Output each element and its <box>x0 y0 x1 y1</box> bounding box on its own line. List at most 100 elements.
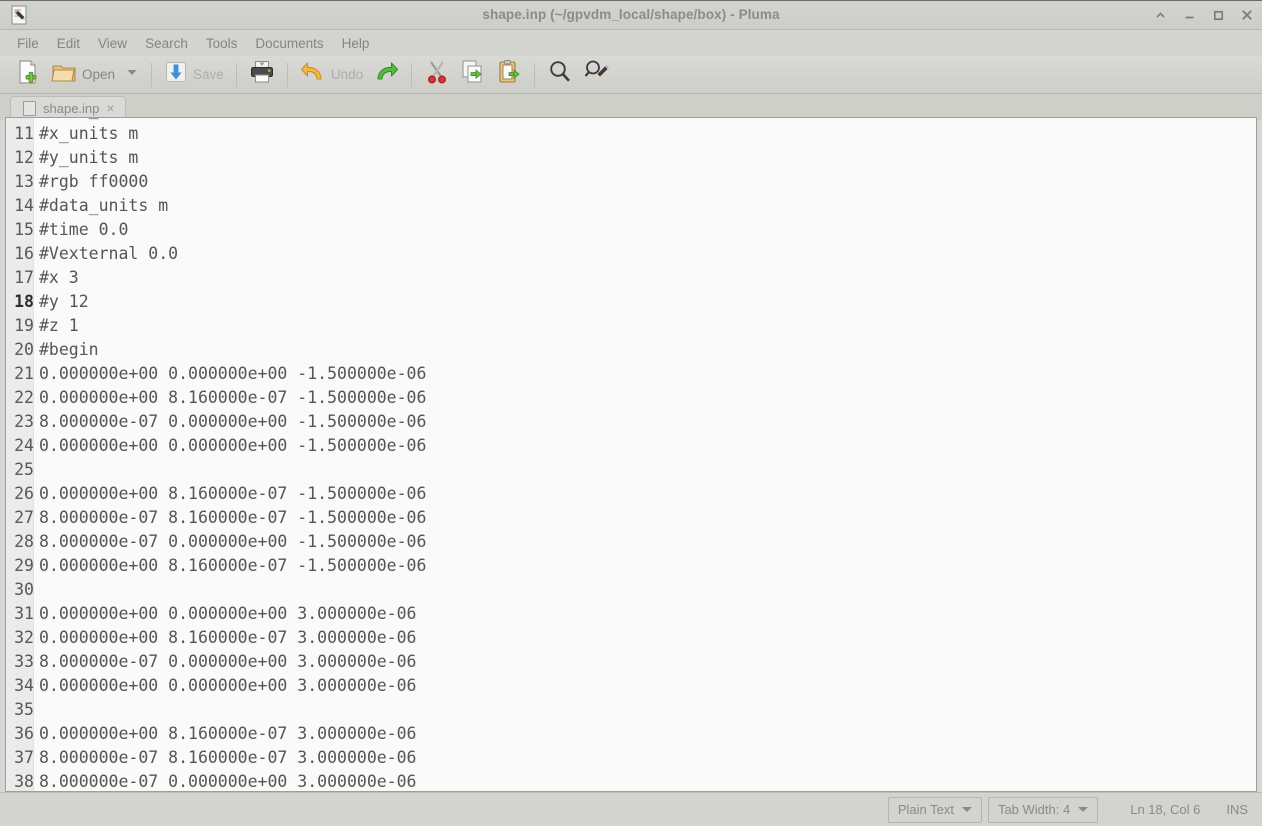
code-line[interactable]: 310.000000e+00 0.000000e+00 3.000000e-06 <box>6 602 1256 626</box>
code-line[interactable]: 320.000000e+00 8.160000e-07 3.000000e-06 <box>6 626 1256 650</box>
menu-item-file[interactable]: File <box>8 33 48 54</box>
code-line[interactable]: 15#time 0.0 <box>6 218 1256 242</box>
paste-button[interactable] <box>491 59 527 91</box>
copy-button[interactable] <box>455 59 491 91</box>
line-number: 18 <box>6 290 34 314</box>
cut-button[interactable] <box>419 59 455 91</box>
line-number: 26 <box>6 482 34 506</box>
code-line[interactable]: 238.000000e-07 0.000000e+00 -1.500000e-0… <box>6 410 1256 434</box>
window-controls <box>1151 0 1256 30</box>
status-bar: Plain Text Tab Width: 4 Ln 18, Col 6 INS <box>0 792 1262 826</box>
toolbar-separator <box>287 63 288 87</box>
line-number: 17 <box>6 266 34 290</box>
line-number: 15 <box>6 218 34 242</box>
open-folder-icon <box>51 59 77 90</box>
print-button[interactable] <box>244 59 280 91</box>
code-line[interactable]: 11#x_units m <box>6 122 1256 146</box>
menu-item-tools[interactable]: Tools <box>197 33 247 54</box>
menu-item-edit[interactable]: Edit <box>48 33 89 54</box>
code-line[interactable]: 35 <box>6 698 1256 722</box>
find-button[interactable] <box>542 59 578 91</box>
code-line[interactable]: 25 <box>6 458 1256 482</box>
code-line[interactable]: 220.000000e+00 8.160000e-07 -1.500000e-0… <box>6 386 1256 410</box>
code-line[interactable]: 360.000000e+00 8.160000e-07 3.000000e-06 <box>6 722 1256 746</box>
menu-item-help[interactable]: Help <box>333 33 379 54</box>
code-line[interactable]: 19#z 1 <box>6 314 1256 338</box>
code-line[interactable]: 18#y 12 <box>6 290 1256 314</box>
shade-window-button[interactable] <box>1151 6 1169 24</box>
line-text: 8.000000e-07 0.000000e+00 -1.500000e-06 <box>39 410 426 434</box>
line-text: #y 12 <box>39 290 89 314</box>
menu-item-view[interactable]: View <box>89 33 136 54</box>
new-document-icon <box>15 59 41 90</box>
line-text: 8.000000e-07 8.160000e-07 -1.500000e-06 <box>39 506 426 530</box>
code-line[interactable]: 278.000000e-07 8.160000e-07 -1.500000e-0… <box>6 506 1256 530</box>
open-dropdown-button[interactable] <box>120 59 144 91</box>
new-document-button[interactable] <box>10 59 46 91</box>
maximize-window-button[interactable] <box>1209 6 1227 24</box>
line-number: 16 <box>6 242 34 266</box>
line-text: #begin <box>39 338 99 362</box>
find-replace-icon <box>583 59 609 90</box>
code-line[interactable]: 13#rgb ff0000 <box>6 170 1256 194</box>
code-line[interactable]: 338.000000e-07 0.000000e+00 3.000000e-06 <box>6 650 1256 674</box>
line-text: #x_units m <box>39 122 138 146</box>
paste-icon <box>496 59 522 90</box>
chevron-down-icon <box>125 65 139 84</box>
line-number: 25 <box>6 458 34 482</box>
line-number: 33 <box>6 650 34 674</box>
line-number: 32 <box>6 626 34 650</box>
close-window-button[interactable] <box>1238 6 1256 24</box>
tab-width-selector[interactable]: Tab Width: 4 <box>988 797 1098 823</box>
line-number: 19 <box>6 314 34 338</box>
minimize-window-button[interactable] <box>1180 6 1198 24</box>
document-icon <box>23 101 36 116</box>
line-number: 30 <box>6 578 34 602</box>
menu-bar: File Edit View Search Tools Documents He… <box>0 30 1262 56</box>
open-button-label: Open <box>82 67 115 82</box>
pluma-window: shape.inp (~/gpvdm_local/shape/box) - Pl… <box>0 0 1262 826</box>
open-button[interactable]: Open <box>46 59 120 91</box>
code-line[interactable]: 388.000000e-07 0.000000e+00 3.000000e-06 <box>6 770 1256 792</box>
line-text: 0.000000e+00 0.000000e+00 -1.500000e-06 <box>39 362 426 386</box>
code-line[interactable]: 290.000000e+00 8.160000e-07 -1.500000e-0… <box>6 554 1256 578</box>
undo-button[interactable]: Undo <box>295 59 368 91</box>
line-number: 11 <box>6 122 34 146</box>
code-line[interactable]: 378.000000e-07 8.160000e-07 3.000000e-06 <box>6 746 1256 770</box>
code-line[interactable]: 288.000000e-07 0.000000e+00 -1.500000e-0… <box>6 530 1256 554</box>
menu-item-search[interactable]: Search <box>136 33 197 54</box>
code-line[interactable]: 16#Vexternal 0.0 <box>6 242 1256 266</box>
tab-label: shape.inp <box>43 101 99 116</box>
code-content[interactable]: 10#data_label Position11#x_units m12#y_u… <box>6 117 1256 792</box>
line-text: 8.000000e-07 0.000000e+00 -1.500000e-06 <box>39 530 426 554</box>
tab-close-icon[interactable]: × <box>106 101 114 116</box>
code-line[interactable]: 17#x 3 <box>6 266 1256 290</box>
line-text: 0.000000e+00 0.000000e+00 3.000000e-06 <box>39 674 417 698</box>
print-icon <box>249 59 275 90</box>
code-line[interactable]: 240.000000e+00 0.000000e+00 -1.500000e-0… <box>6 434 1256 458</box>
code-line[interactable]: 210.000000e+00 0.000000e+00 -1.500000e-0… <box>6 362 1256 386</box>
menu-item-documents[interactable]: Documents <box>246 33 332 54</box>
code-line[interactable]: 12#y_units m <box>6 146 1256 170</box>
redo-button[interactable] <box>368 59 404 91</box>
chevron-down-icon <box>1078 807 1088 812</box>
code-line[interactable]: 14#data_units m <box>6 194 1256 218</box>
copy-icon <box>460 59 486 90</box>
line-text: 0.000000e+00 8.160000e-07 -1.500000e-06 <box>39 482 426 506</box>
code-line[interactable]: 340.000000e+00 0.000000e+00 3.000000e-06 <box>6 674 1256 698</box>
line-number: 24 <box>6 434 34 458</box>
save-button[interactable]: Save <box>159 59 229 91</box>
language-label: Plain Text <box>898 802 954 817</box>
line-number: 29 <box>6 554 34 578</box>
cursor-position-label: Ln 18, Col 6 <box>1130 802 1200 817</box>
line-number: 21 <box>6 362 34 386</box>
line-text: 0.000000e+00 0.000000e+00 -1.500000e-06 <box>39 434 426 458</box>
code-line[interactable]: 20#begin <box>6 338 1256 362</box>
text-editor-view[interactable]: 10#data_label Position11#x_units m12#y_u… <box>5 117 1257 792</box>
insert-mode-label: INS <box>1226 802 1248 817</box>
replace-button[interactable] <box>578 59 614 91</box>
line-text: 0.000000e+00 8.160000e-07 -1.500000e-06 <box>39 554 426 578</box>
code-line[interactable]: 260.000000e+00 8.160000e-07 -1.500000e-0… <box>6 482 1256 506</box>
language-selector[interactable]: Plain Text <box>888 797 982 823</box>
code-line[interactable]: 30 <box>6 578 1256 602</box>
